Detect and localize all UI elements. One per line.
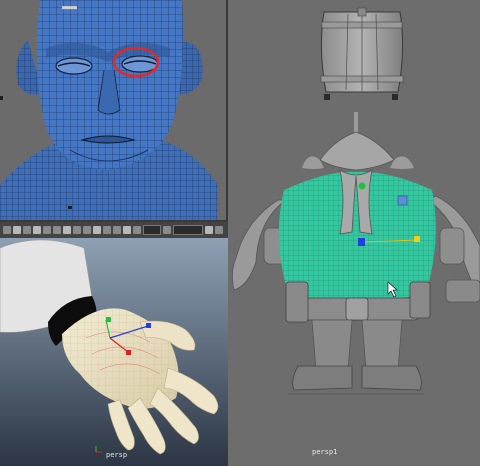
toolbar-button[interactable] [163,226,171,234]
manipulator-blue-handle [358,238,365,246]
toolbar-button[interactable] [53,226,61,234]
toolbar-button[interactable] [123,226,131,234]
barrel-model [320,7,404,100]
toolbar-button[interactable] [73,226,81,234]
dwarf-character [232,112,480,391]
head-viewport[interactable]: ■■■■■ [0,0,226,222]
manipulator-green-handle [358,182,366,190]
screenshot-collage: ■■■■■ persp1 persp [0,0,480,466]
hand-viewport-window[interactable]: persp [0,222,228,466]
manipulator-red-handle [126,350,131,355]
toolbar-button[interactable] [93,226,101,234]
dwarf-model-render [232,7,480,395]
toolbar-button[interactable] [113,226,121,234]
toolbar-field[interactable] [173,225,203,235]
toolbar-button[interactable] [133,226,141,234]
toolbar-field[interactable] [143,225,161,235]
toolbar-button[interactable] [3,226,11,234]
svg-text:■■■■■: ■■■■■ [62,5,77,11]
hand-mesh-render [0,238,228,466]
toolbar-button[interactable] [43,226,51,234]
toolbar-button[interactable] [23,226,31,234]
manipulator-plane-handle [397,195,408,206]
manipulator-yellow-handle [414,236,420,242]
manipulator-blue-handle [146,323,151,328]
toolbar-button[interactable] [83,226,91,234]
camera-label: persp1 [312,448,338,456]
camera-label: persp [106,451,128,459]
viewport-toolbar [0,222,228,238]
toolbar-button[interactable] [33,226,41,234]
toolbar-button[interactable] [215,226,223,234]
manipulator-green-handle [106,317,111,322]
toolbar-button[interactable] [205,226,213,234]
toolbar-button[interactable] [103,226,111,234]
toolbar-button[interactable] [63,226,71,234]
persp-viewport[interactable]: persp1 [228,0,480,466]
head-mesh-render: ■■■■■ [0,0,218,222]
toolbar-button[interactable] [13,226,21,234]
